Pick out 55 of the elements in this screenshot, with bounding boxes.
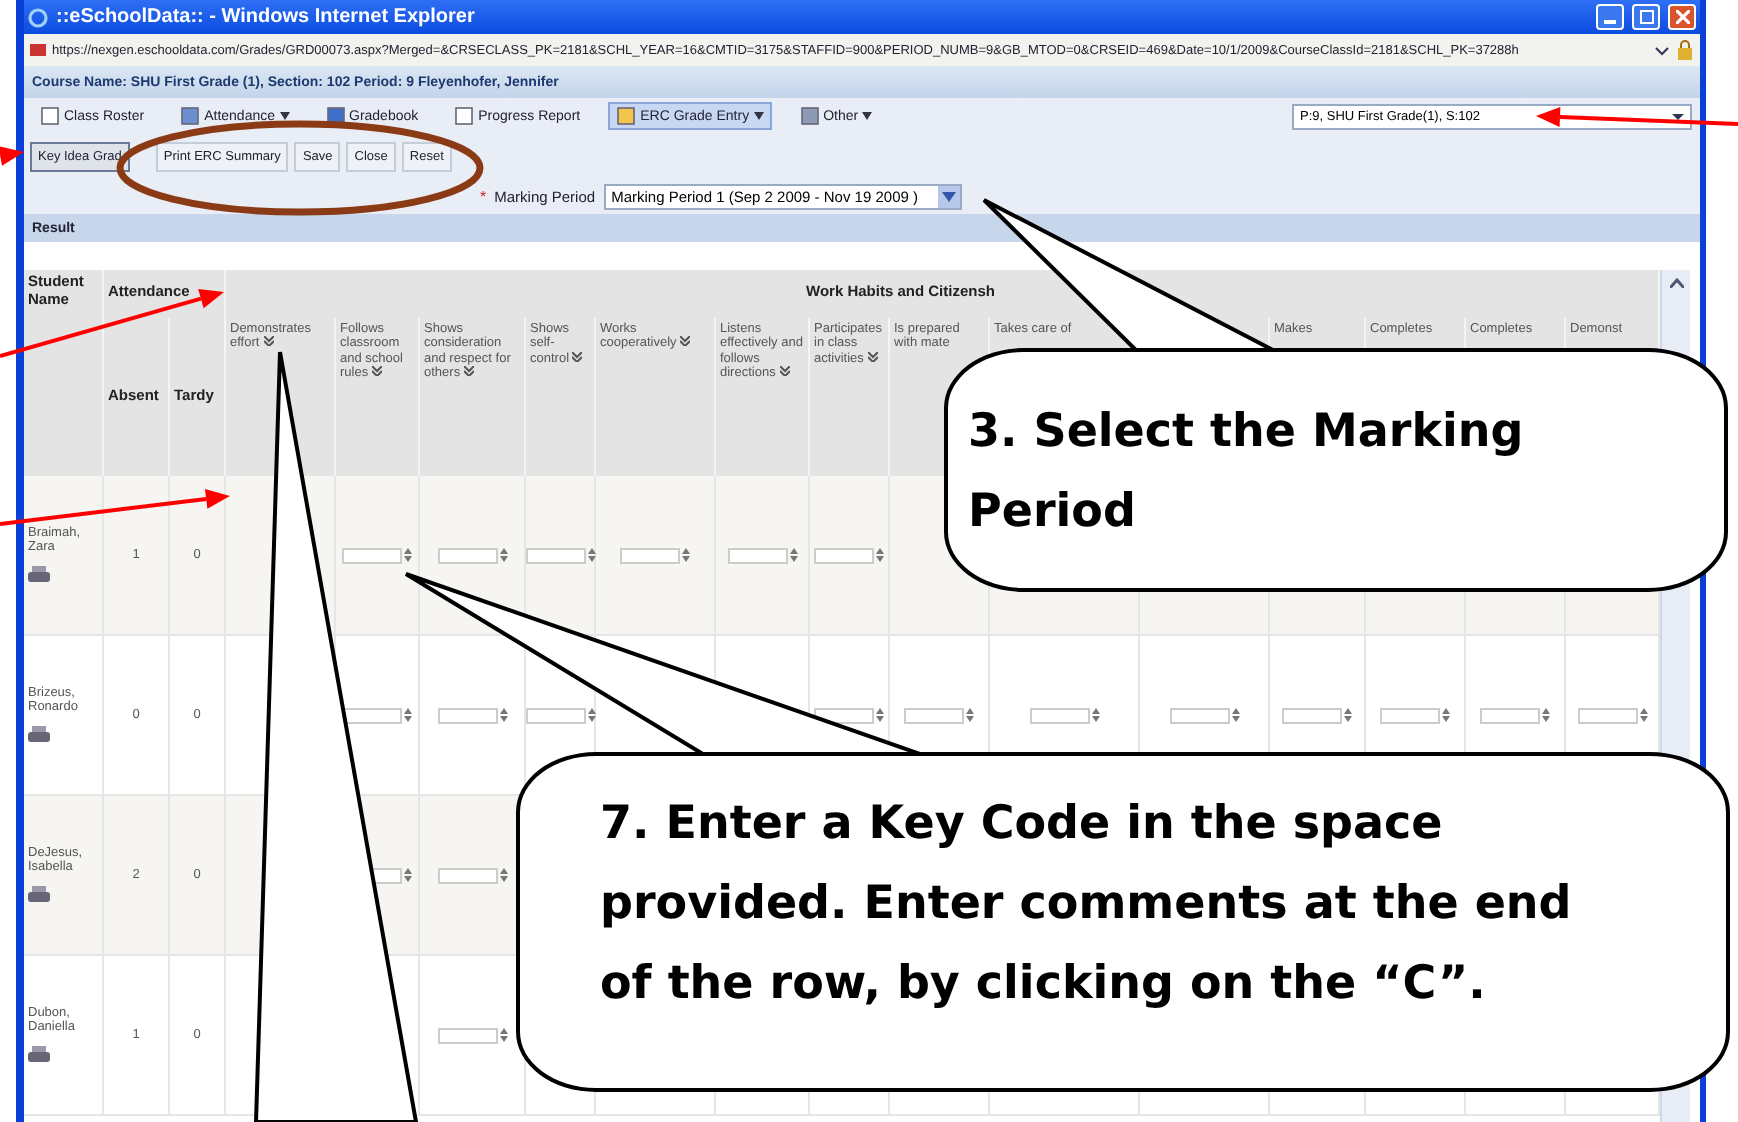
grade-field[interactable] xyxy=(904,707,974,723)
caret-icon[interactable] xyxy=(279,112,289,120)
grade-field[interactable] xyxy=(437,1027,507,1043)
printer-icon[interactable] xyxy=(28,886,50,905)
callout-text: 7. Enter a Key Code in the space provided. Enter comments at the end of the row, by clicking on the “C”. xyxy=(600,796,1574,1014)
folder-icon xyxy=(616,106,637,126)
grade-field[interactable] xyxy=(342,547,412,563)
callout-text: 3. Select the Marking Period xyxy=(968,404,1526,542)
maximize-button[interactable] xyxy=(1632,4,1660,30)
close-icon xyxy=(1675,10,1689,24)
printer-icon[interactable] xyxy=(28,1046,50,1065)
sort-icon[interactable] xyxy=(680,336,691,347)
grade-field[interactable] xyxy=(814,707,884,723)
close-button[interactable] xyxy=(1668,4,1696,30)
printer-icon[interactable] xyxy=(28,726,50,745)
page-icon xyxy=(454,106,475,126)
caret-icon[interactable] xyxy=(862,112,873,120)
grade-field[interactable] xyxy=(342,707,412,723)
window-title: ::eSchoolData:: - Windows Internet Explorer xyxy=(56,6,477,28)
printer-icon[interactable] xyxy=(28,566,50,585)
sort-icon[interactable] xyxy=(371,366,382,377)
sort-icon[interactable] xyxy=(867,351,878,362)
grade-field[interactable] xyxy=(525,707,595,723)
sort-icon[interactable] xyxy=(572,351,583,362)
arrow xyxy=(0,146,24,166)
book-icon xyxy=(325,106,345,126)
clipboard-icon xyxy=(799,106,820,126)
browser-icon xyxy=(28,7,48,27)
minimize-button[interactable] xyxy=(1596,4,1624,30)
grade-field[interactable] xyxy=(525,547,595,563)
maximize-icon xyxy=(1639,10,1653,24)
dropdown-icon[interactable] xyxy=(1654,42,1670,58)
grade-field[interactable] xyxy=(437,867,507,883)
grade-field[interactable] xyxy=(1169,707,1239,723)
lock-icon xyxy=(1676,40,1694,60)
grade-field[interactable] xyxy=(1029,707,1099,723)
caret-icon[interactable] xyxy=(753,112,764,120)
grade-field[interactable] xyxy=(437,707,507,723)
scroll-up-icon[interactable] xyxy=(1669,278,1683,288)
grade-field[interactable] xyxy=(620,547,690,563)
sort-icon[interactable] xyxy=(463,366,474,377)
calendar-icon xyxy=(180,106,201,126)
grade-field[interactable] xyxy=(1577,707,1647,723)
grade-field[interactable] xyxy=(437,547,507,563)
required-mark: * xyxy=(480,187,487,205)
grade-field[interactable] xyxy=(1380,707,1450,723)
grade-field[interactable] xyxy=(1480,707,1550,723)
page-icon xyxy=(40,106,60,126)
site-icon xyxy=(30,44,46,56)
sort-icon[interactable] xyxy=(263,336,274,347)
grade-field[interactable] xyxy=(727,547,797,563)
grade-field[interactable] xyxy=(1282,707,1352,723)
grade-field[interactable] xyxy=(814,547,884,563)
dropdown-icon[interactable] xyxy=(1672,110,1684,122)
sort-icon[interactable] xyxy=(779,366,790,377)
